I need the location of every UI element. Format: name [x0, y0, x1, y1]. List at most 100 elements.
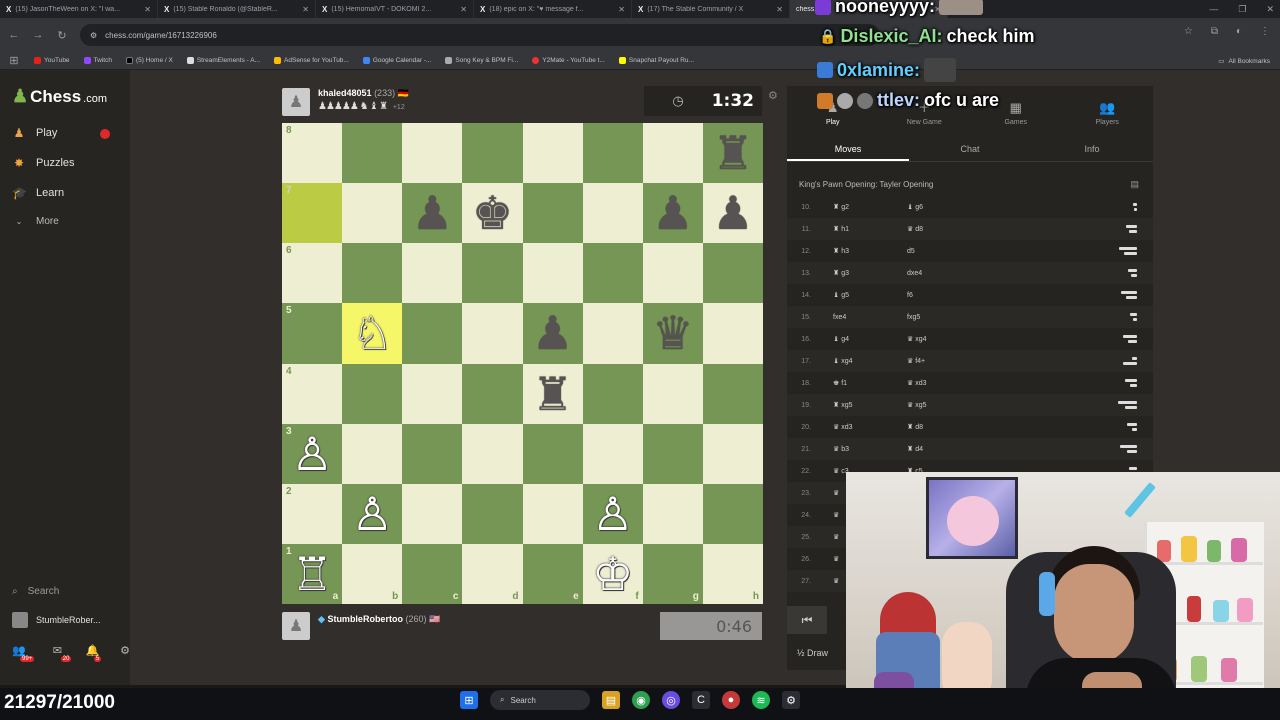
black-move[interactable]: ♛ f4+ — [907, 357, 925, 365]
mail-icon[interactable]: ✉20 — [53, 644, 72, 669]
bookmark-y2mate[interactable]: Y2Mate - YouTube t... — [532, 57, 605, 64]
browser-tab[interactable]: X (17) The Stable Community / X ✕ — [632, 0, 790, 18]
file-explorer-icon[interactable]: ▤ — [602, 691, 620, 709]
square-b8[interactable] — [342, 123, 403, 184]
square-a1[interactable]: ♖ 1 a — [282, 543, 343, 604]
back-icon[interactable]: ← — [8, 29, 20, 41]
chess-piece[interactable]: ♙ — [291, 431, 332, 477]
black-move[interactable]: ♜ d8 — [907, 423, 923, 431]
square-h6[interactable] — [702, 243, 763, 304]
settings-gear-icon[interactable]: ⚙ — [120, 644, 130, 669]
square-d5[interactable] — [462, 303, 523, 364]
sidebar-item-puzzles[interactable]: ✸ Puzzles — [12, 156, 75, 170]
black-move[interactable]: ♛ xg4 — [907, 335, 927, 343]
draw-button[interactable]: ½ Draw — [797, 648, 828, 658]
black-move[interactable]: dxe4 — [907, 270, 922, 277]
square-h7[interactable]: ♟ — [702, 183, 763, 244]
square-b3[interactable] — [342, 423, 403, 484]
square-c6[interactable] — [402, 243, 463, 304]
white-move[interactable]: ♜ g3 — [833, 269, 849, 277]
bookmark-x-home[interactable]: (5) Home / X — [125, 57, 173, 64]
white-move[interactable]: ♛ xd3 — [833, 423, 853, 431]
browser-tab[interactable]: X (15) Stable Ronaldo (@StableR... ✕ — [158, 0, 316, 18]
square-d2[interactable] — [462, 483, 523, 544]
square-h3[interactable] — [702, 423, 763, 484]
square-c2[interactable] — [402, 483, 463, 544]
chess-piece[interactable]: ♜ — [712, 130, 753, 176]
square-b2[interactable]: ♙ — [342, 483, 403, 544]
square-a5[interactable]: 5 — [282, 303, 343, 364]
bookmark-streamelements[interactable]: StreamElements - A... — [186, 57, 260, 64]
apps-grid-icon[interactable]: ⊞ — [8, 54, 20, 67]
square-h4[interactable] — [702, 363, 763, 424]
square-b6[interactable] — [342, 243, 403, 304]
square-e1[interactable]: e — [522, 543, 583, 604]
close-icon[interactable]: ✕ — [460, 5, 467, 14]
first-move-button[interactable]: ⏮ — [787, 606, 827, 634]
chess-piece[interactable]: ♚ — [472, 190, 513, 236]
black-move[interactable]: ♛ xg5 — [907, 401, 927, 409]
browser-tab[interactable]: X (15) HemomaIVT - DOKOMI 2... ✕ — [316, 0, 474, 18]
sidebar-item-more[interactable]: ⌄ More — [12, 216, 59, 227]
chess-piece[interactable]: ♖ — [291, 551, 332, 597]
square-g4[interactable] — [642, 363, 703, 424]
app-icon[interactable]: ◎ — [662, 691, 680, 709]
sidebar-item-learn[interactable]: 🎓 Learn — [12, 186, 64, 200]
opponent-avatar[interactable]: ♟ — [282, 88, 310, 116]
square-g3[interactable] — [642, 423, 703, 484]
square-f6[interactable] — [582, 243, 643, 304]
white-move[interactable]: ♛ b3 — [833, 445, 849, 453]
chess-piece[interactable]: ♔ — [592, 551, 633, 597]
chess-piece[interactable]: ♟ — [712, 190, 753, 236]
settings-icon[interactable]: ⚙ — [782, 691, 800, 709]
player-name[interactable]: StumbleRobertoo — [327, 614, 403, 624]
square-b4[interactable] — [342, 363, 403, 424]
white-move[interactable]: ♛ — [833, 533, 839, 541]
square-a3[interactable]: ♙ 3 — [282, 423, 343, 484]
chess-piece[interactable]: ♟ — [412, 190, 453, 236]
bookmark-snapchat[interactable]: Snapchat Payout Ru... — [618, 57, 694, 64]
tab-chat[interactable]: Chat — [909, 136, 1031, 161]
square-e3[interactable] — [522, 423, 583, 484]
square-d6[interactable] — [462, 243, 523, 304]
chess-piece[interactable]: ♟ — [652, 190, 693, 236]
square-f8[interactable] — [582, 123, 643, 184]
browser-tab[interactable]: X (15) JasonTheWeen on X: "I wa... ✕ — [0, 0, 158, 18]
square-h2[interactable] — [702, 483, 763, 544]
square-a4[interactable]: 4 — [282, 363, 343, 424]
square-c3[interactable] — [402, 423, 463, 484]
friends-icon[interactable]: 👥99+ — [12, 644, 39, 669]
black-move[interactable]: ♛ d8 — [907, 225, 923, 233]
square-f1[interactable]: ♔ f — [582, 543, 643, 604]
tab-moves[interactable]: Moves — [787, 136, 909, 161]
square-f4[interactable] — [582, 363, 643, 424]
black-move[interactable]: d5 — [907, 248, 915, 255]
player-avatar[interactable]: ♟ — [282, 612, 310, 640]
white-move[interactable]: ♚ f1 — [833, 379, 847, 387]
bookmark-twitch[interactable]: Twitch — [83, 57, 112, 64]
square-e6[interactable] — [522, 243, 583, 304]
square-e5[interactable]: ♟ — [522, 303, 583, 364]
square-a7[interactable]: 7 — [282, 183, 343, 244]
white-move[interactable]: ♜ h3 — [833, 247, 849, 255]
square-e8[interactable] — [522, 123, 583, 184]
square-d8[interactable] — [462, 123, 523, 184]
square-g2[interactable] — [642, 483, 703, 544]
square-g8[interactable] — [642, 123, 703, 184]
bookmark-youtube[interactable]: YouTube — [34, 57, 70, 64]
sidebar-item-play[interactable]: ♟ Play — [12, 126, 58, 140]
square-g7[interactable]: ♟ — [642, 183, 703, 244]
taskbar-search[interactable]: ⌕ Search — [490, 690, 590, 710]
square-h1[interactable]: h — [702, 543, 763, 604]
square-d7[interactable]: ♚ — [462, 183, 523, 244]
square-a8[interactable]: 8 — [282, 123, 343, 184]
square-f5[interactable] — [582, 303, 643, 364]
profile-icon[interactable]: ◐ — [1236, 26, 1242, 37]
maximize-icon[interactable]: ❐ — [1238, 4, 1246, 15]
menu-icon[interactable]: ⋮ — [1260, 26, 1270, 37]
browser-tab[interactable]: X (18) epic on X: "♥ message f... ✕ — [474, 0, 632, 18]
square-g6[interactable] — [642, 243, 703, 304]
chrome-icon[interactable]: ◉ — [632, 691, 650, 709]
chess-piece[interactable]: ♘ — [352, 310, 393, 356]
close-icon[interactable]: ✕ — [302, 5, 309, 14]
